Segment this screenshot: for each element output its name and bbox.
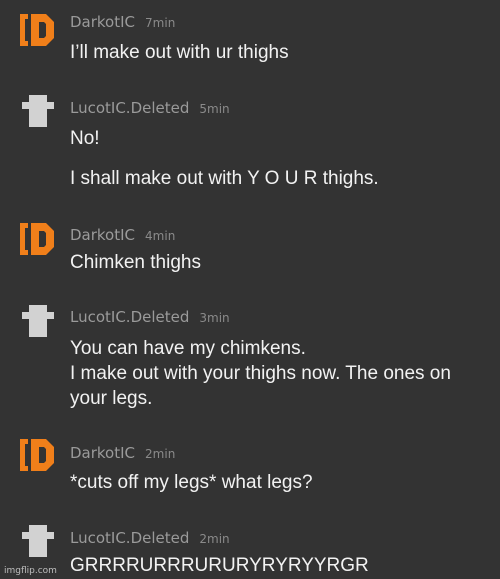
message-header: DarkotIC 4min (70, 226, 175, 245)
message-text: your legs. (70, 388, 153, 409)
message-text: I make out with your thighs now. The one… (70, 363, 451, 384)
timestamp: 5min (199, 102, 230, 116)
message-text: You can have my chimkens. (70, 338, 306, 359)
timestamp: 2min (145, 447, 176, 461)
username[interactable]: LucotIC.Deleted (70, 308, 189, 326)
orange-ic-logo-icon (20, 439, 54, 471)
watermark: imgflip.com (4, 566, 57, 576)
deleted-user-shirt-icon (22, 95, 54, 127)
deleted-user-shirt-icon (22, 525, 54, 557)
message-text: I shall make out with Y O U R thighs. (70, 168, 379, 189)
message-header: LucotIC.Deleted 2min (70, 529, 230, 548)
message-text: *cuts off my legs* what legs? (70, 472, 313, 493)
message-text: Chimken thighs (70, 252, 201, 273)
user-avatar[interactable] (20, 303, 56, 339)
username[interactable]: LucotIC.Deleted (70, 99, 189, 117)
orange-ic-logo-icon (20, 14, 54, 46)
deleted-user-shirt-icon (22, 305, 54, 337)
user-avatar[interactable] (20, 437, 56, 473)
message-header: DarkotIC 7min (70, 13, 175, 32)
timestamp: 2min (199, 532, 230, 546)
timestamp: 3min (199, 311, 230, 325)
message-text: No! (70, 128, 100, 149)
user-avatar[interactable] (20, 221, 56, 257)
username[interactable]: DarkotIC (70, 444, 135, 462)
username[interactable]: DarkotIC (70, 226, 135, 244)
username[interactable]: DarkotIC (70, 13, 135, 31)
username[interactable]: LucotIC.Deleted (70, 529, 189, 547)
message-header: DarkotIC 2min (70, 444, 175, 463)
timestamp: 4min (145, 229, 176, 243)
message-header: LucotIC.Deleted 5min (70, 99, 230, 118)
message-text: I’ll make out with ur thighs (70, 42, 289, 63)
orange-ic-logo-icon (20, 223, 54, 255)
user-avatar[interactable] (20, 523, 56, 559)
timestamp: 7min (145, 16, 176, 30)
user-avatar[interactable] (20, 12, 56, 48)
message-text: GRRRRURRRURURYRYRYYRGR (70, 555, 369, 576)
user-avatar[interactable] (20, 93, 56, 129)
message-header: LucotIC.Deleted 3min (70, 308, 230, 327)
